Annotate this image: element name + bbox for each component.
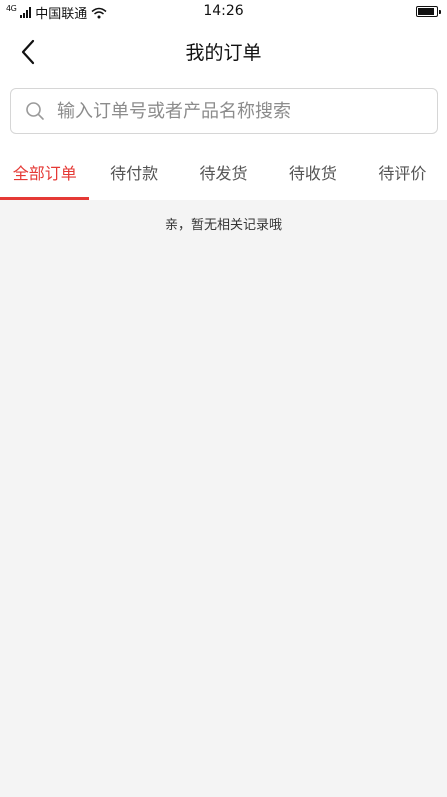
search-input[interactable] [57, 100, 417, 122]
tab-pending-receipt[interactable]: 待收货 [268, 144, 357, 200]
battery-fill [418, 8, 434, 15]
status-time: 14:26 [203, 3, 244, 19]
empty-state-message: 亲，暂无相关记录哦 [164, 218, 282, 233]
tab-pending-shipment[interactable]: 待发货 [179, 144, 268, 200]
order-status-tabs: 全部订单 待付款 待发货 待收货 待评价 [0, 144, 447, 200]
tab-pending-payment[interactable]: 待付款 [89, 144, 178, 200]
order-list-screen: 4G 中国联通 14:26 我的订单 输入订单号或者产品名称搜索 全部订单 待付… [0, 0, 447, 797]
search-area [0, 80, 447, 144]
status-bar: 4G 中国联通 14:26 [0, 0, 447, 24]
search-box[interactable] [10, 88, 438, 134]
search-icon [26, 102, 44, 120]
tab-all-orders[interactable]: 全部订单 [0, 144, 90, 200]
nav-bar: 我的订单 [0, 24, 447, 80]
tab-pending-review[interactable]: 待评价 [358, 144, 447, 200]
battery-icon [416, 6, 441, 17]
page-title: 我的订单 [185, 42, 262, 64]
